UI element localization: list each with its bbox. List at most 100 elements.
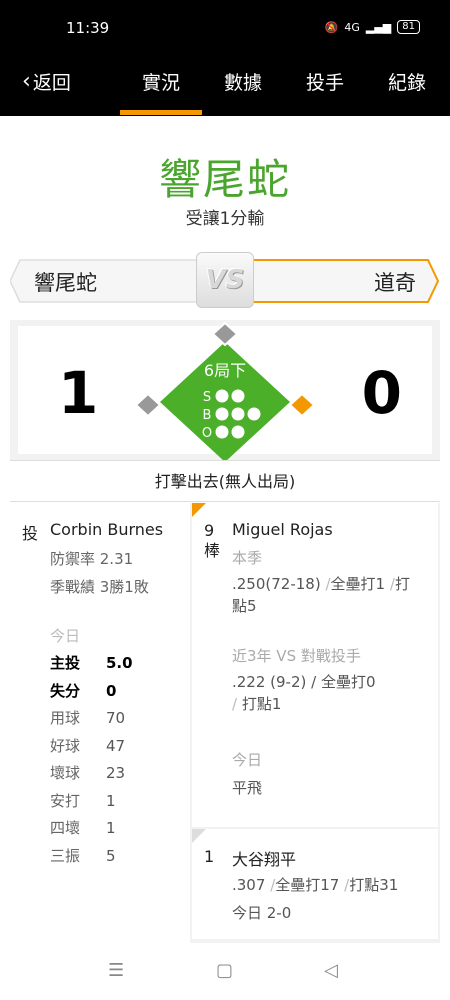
status-time: 11:39 (66, 19, 110, 37)
next-batter-name[interactable]: 大谷翔平 (232, 846, 296, 870)
back-label: 返回 (32, 72, 71, 94)
pitcher-card: 投 Corbin Burnes 防禦率 2.31 季戰績 3勝1敗 今日 主投 5… (10, 503, 190, 943)
pitcher-stat-row: 四壞 1 (50, 817, 180, 838)
field-diamond: 6局下 S B O (130, 320, 320, 462)
pitcher-today-label: 今日 (50, 627, 81, 645)
pitcher-stat-label: 失分 (50, 681, 81, 700)
tab-stats[interactable]: 數據 (208, 68, 278, 95)
next-batter-marker (192, 829, 206, 843)
pitcher-stat-label: 四壞 (50, 819, 81, 837)
pitcher-stat-label: 用球 (50, 709, 81, 727)
batter-vs-rbi: 打點1 (241, 695, 282, 713)
mute-icon: 🔕 (324, 20, 339, 34)
battery-level: 81 (397, 20, 420, 34)
first-base (288, 392, 316, 418)
menu-icon[interactable]: ☰ (108, 960, 124, 981)
tab-pitcher[interactable]: 投手 (290, 68, 360, 95)
batter-season-stats: .250(72-18) /全壘打1 /打 點5 (232, 575, 410, 615)
pitcher-stat-row: 失分 0 (50, 680, 180, 701)
home-score: 1 (58, 359, 99, 427)
next-batter-season-stats: .307 /全壘打17 /打點31 (232, 876, 399, 894)
status-icons: 🔕 4G ▂▄▆ 81 (325, 20, 420, 34)
matchup-bar: 響尾蛇 道奇 VS (9, 252, 440, 308)
back-button[interactable]: ‹ 返回 (22, 68, 71, 95)
away-team-name: 道奇 (374, 271, 416, 295)
back-nav-icon[interactable]: ◁ (324, 960, 338, 981)
pitcher-stat-label: 好球 (50, 736, 81, 755)
pitcher-stat-label: 主投 (50, 654, 81, 672)
next-batter-rbi: 打點31 (349, 876, 399, 894)
current-batter-card: 9 棒 Miguel Rojas 本季 .250(72-18) /全壘打1 /打… (192, 503, 438, 827)
home-team-tab[interactable]: 響尾蛇 (9, 258, 201, 304)
pitcher-era: 防禦率 2.31 (50, 550, 134, 568)
strike-dot (215, 389, 229, 403)
status-bar: 11:39 🔕 4G ▂▄▆ 81 (0, 0, 450, 58)
out-dot (215, 425, 229, 439)
batter-order-number: 9 (204, 521, 215, 540)
chevron-left-icon: ‹ (22, 69, 31, 94)
pitcher-stat-value: 1 (106, 791, 116, 810)
batter-vs-label: 近3年 VS 對戰投手 (232, 647, 361, 665)
vs-badge: VS (196, 252, 254, 308)
signal-icon: ▂▄▆ (365, 20, 392, 34)
third-base (134, 392, 162, 418)
strike-dot (231, 389, 245, 403)
home-icon[interactable]: ▢ (216, 960, 233, 981)
pitcher-record: 季戰績 3勝1敗 (50, 578, 149, 596)
next-batter-hr: 全壘打17 (275, 876, 340, 894)
next-batter-order: 1 (204, 847, 215, 866)
pitcher-stat-row: 主投 5.0 (50, 652, 180, 673)
batter-vs-hr: 全壘打0 (320, 673, 376, 691)
batter-today-label: 今日 (232, 751, 263, 769)
next-batter-today: 今日 2-0 (232, 904, 292, 922)
pitcher-stat-value: 47 (106, 736, 126, 755)
batter-season-label: 本季 (232, 549, 263, 567)
ball-dot (215, 407, 229, 421)
pitcher-stat-label: 壞球 (50, 764, 81, 782)
away-score: 0 (361, 359, 402, 427)
tab-live[interactable]: 實況 (126, 68, 196, 95)
batter-season-rbi-a: 打 (394, 575, 410, 593)
pitcher-stat-value: 23 (106, 764, 126, 782)
next-batter-avg: .307 (232, 876, 266, 894)
pitcher-stat-row: 壞球 23 (50, 762, 180, 783)
pitcher-name[interactable]: Corbin Burnes (50, 520, 163, 539)
batter-today-result: 平飛 (232, 779, 263, 797)
score-panel: 1 0 6局下 S B O (10, 320, 440, 462)
batter-season-hr: 全壘打1 (330, 575, 386, 593)
pitcher-stat-value: 1 (106, 819, 116, 837)
out-label: O (202, 426, 212, 441)
batter-vs-stats: .222 (9-2) / 全壘打0 / 打點1 (232, 673, 376, 713)
batter-name[interactable]: Miguel Rojas (232, 520, 333, 539)
batter-column: 9 棒 Miguel Rojas 本季 .250(72-18) /全壘打1 /打… (192, 503, 440, 943)
top-navbar: ‹ 返回 實況 數據 投手 紀錄 (0, 58, 450, 116)
pitcher-stat-row: 用球 70 (50, 707, 180, 728)
team-title: 響尾蛇 (158, 155, 291, 204)
active-tab-indicator (120, 110, 202, 115)
batter-vs-avg: .222 (9-2) (232, 673, 307, 691)
inning-label: 6局下 (204, 361, 246, 380)
home-team-name: 響尾蛇 (34, 271, 97, 295)
pitcher-stat-value: 0 (106, 681, 117, 700)
pitcher-role-label: 投 (22, 524, 39, 543)
pitcher-stat-value: 5.0 (106, 654, 133, 672)
away-team-tab[interactable]: 道奇 (249, 258, 440, 304)
strike-label: S (203, 390, 211, 405)
ball-dot (231, 407, 245, 421)
result-subtitle: 受讓1分輸 (185, 209, 265, 229)
pitcher-stat-label: 安打 (50, 791, 81, 810)
tab-record[interactable]: 紀錄 (372, 68, 442, 95)
pitcher-stat-label: 三振 (50, 846, 81, 865)
current-batter-marker (192, 503, 206, 517)
pitcher-stat-row: 好球 47 (50, 735, 180, 756)
out-dot (231, 425, 245, 439)
pitcher-stat-value: 5 (106, 846, 116, 865)
pitcher-stat-row: 三振 5 (50, 845, 180, 866)
system-nav-bar: ☰ ▢ ◁ (0, 944, 450, 1000)
next-batter-card: 1 大谷翔平 .307 /全壘打17 /打點31 今日 2-0 (192, 829, 438, 939)
play-result: 打擊出去(無人出局) (10, 460, 440, 502)
pitcher-stat-row: 安打 1 (50, 790, 180, 811)
batter-order-suffix: 棒 (204, 541, 221, 560)
ball-label: B (203, 408, 212, 423)
details-area: 投 Corbin Burnes 防禦率 2.31 季戰績 3勝1敗 今日 主投 5… (10, 503, 440, 943)
